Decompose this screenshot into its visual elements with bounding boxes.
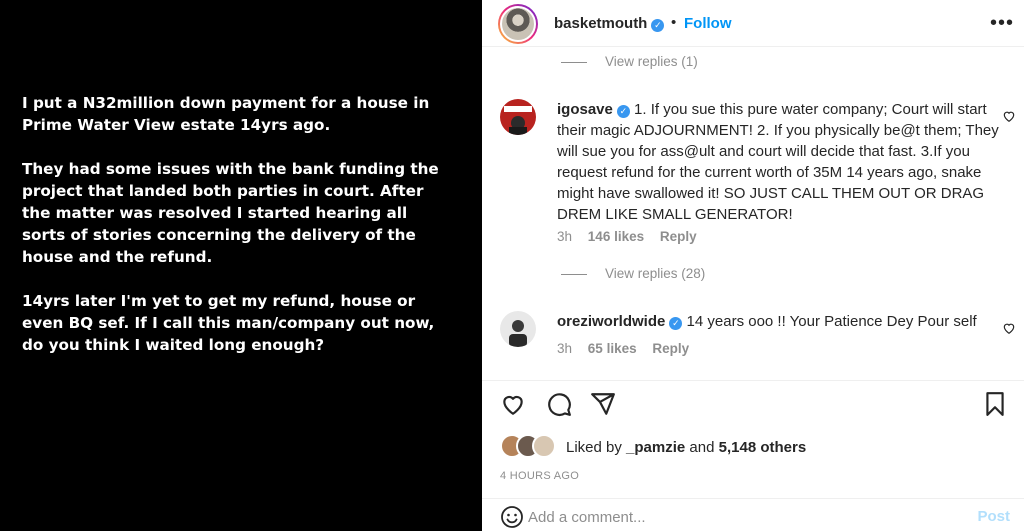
verified-badge-icon: ✓ bbox=[616, 105, 630, 118]
post-image-text: I put a N32million down payment for a ho… bbox=[22, 92, 467, 378]
view-replies-button[interactable]: View replies (28) bbox=[561, 266, 705, 281]
liked-by-row: Liked by _pamzie and 5,148 others bbox=[500, 434, 1000, 460]
comment-time[interactable]: 3h bbox=[557, 341, 572, 356]
liked-by-and: and bbox=[685, 439, 719, 456]
reply-button[interactable]: Reply bbox=[652, 341, 689, 356]
liked-by-prefix: Liked by bbox=[566, 439, 627, 456]
liked-by-text: Liked by _pamzie and 5,148 others bbox=[566, 439, 806, 456]
comment-body: igosave ✓ 1. If you sue this pure water c… bbox=[557, 99, 1007, 225]
comment-text: 1. If you sue this pure water company; C… bbox=[557, 101, 999, 223]
comment-likes[interactable]: 65 likes bbox=[588, 341, 637, 356]
add-comment-input[interactable] bbox=[528, 505, 948, 529]
post-image-paragraph-2: They had some issues with the bank fundi… bbox=[22, 160, 439, 266]
comment-text: 14 years ooo !! Your Patience Dey Pour s… bbox=[686, 313, 977, 330]
post-image-paragraph-1: I put a N32million down payment for a ho… bbox=[22, 94, 430, 134]
comment-meta: 3h 65 likes Reply bbox=[557, 341, 701, 356]
comment-time[interactable]: 3h bbox=[557, 229, 572, 244]
comment-like-heart-icon[interactable] bbox=[1002, 321, 1016, 335]
liked-by-user[interactable]: _pamzie bbox=[626, 439, 685, 456]
reply-button[interactable]: Reply bbox=[660, 229, 697, 244]
verified-badge-icon: ✓ bbox=[669, 317, 683, 330]
view-replies-label[interactable]: View replies (28) bbox=[605, 266, 705, 281]
post-comment-button[interactable]: Post bbox=[977, 508, 1010, 525]
comment-username[interactable]: oreziworldwide bbox=[557, 313, 665, 330]
liker-avatar[interactable] bbox=[532, 434, 556, 458]
heart-icon[interactable] bbox=[500, 391, 526, 417]
share-icon[interactable] bbox=[590, 391, 616, 417]
emoji-icon[interactable] bbox=[500, 505, 524, 529]
post-timestamp[interactable]: 4 HOURS AGO bbox=[500, 470, 579, 482]
view-replies-label[interactable]: View replies (1) bbox=[605, 54, 698, 69]
post-side-panel: basketmouth ✓ • Follow ••• View replies (… bbox=[482, 0, 1024, 531]
author-username[interactable]: basketmouth bbox=[554, 15, 647, 32]
comment-meta: 3h 146 likes Reply bbox=[557, 229, 709, 244]
bookmark-icon[interactable] bbox=[982, 391, 1008, 417]
comment-icon[interactable] bbox=[546, 391, 572, 417]
liked-by-others[interactable]: 5,148 others bbox=[719, 439, 807, 456]
comment-body: oreziworldwide ✓ 14 years ooo !! Your Pat… bbox=[557, 311, 1007, 332]
author-avatar[interactable] bbox=[498, 4, 538, 44]
post-media: I put a N32million down payment for a ho… bbox=[0, 0, 482, 531]
post-image-paragraph-3: 14yrs later I'm yet to get my refund, ho… bbox=[22, 292, 435, 354]
post-actions bbox=[482, 380, 1024, 428]
comment-likes[interactable]: 146 likes bbox=[588, 229, 644, 244]
comment-like-heart-icon[interactable] bbox=[1002, 109, 1016, 123]
verified-badge-icon: ✓ bbox=[651, 19, 665, 32]
comments-list: View replies (1) igosave ✓ 1. If you sue … bbox=[482, 48, 1024, 378]
add-comment-bar: Post bbox=[482, 498, 1024, 531]
separator-dot: • bbox=[671, 14, 677, 31]
view-replies-button[interactable]: View replies (1) bbox=[561, 54, 698, 69]
commenter-avatar[interactable] bbox=[500, 311, 536, 347]
author-username-row[interactable]: basketmouth ✓ bbox=[554, 15, 665, 32]
post-header: basketmouth ✓ • Follow ••• bbox=[482, 0, 1024, 47]
commenter-avatar[interactable] bbox=[500, 99, 536, 135]
follow-button[interactable]: Follow bbox=[684, 15, 732, 32]
more-horizontal-icon[interactable]: ••• bbox=[990, 12, 1014, 35]
comment-username[interactable]: igosave bbox=[557, 101, 613, 118]
